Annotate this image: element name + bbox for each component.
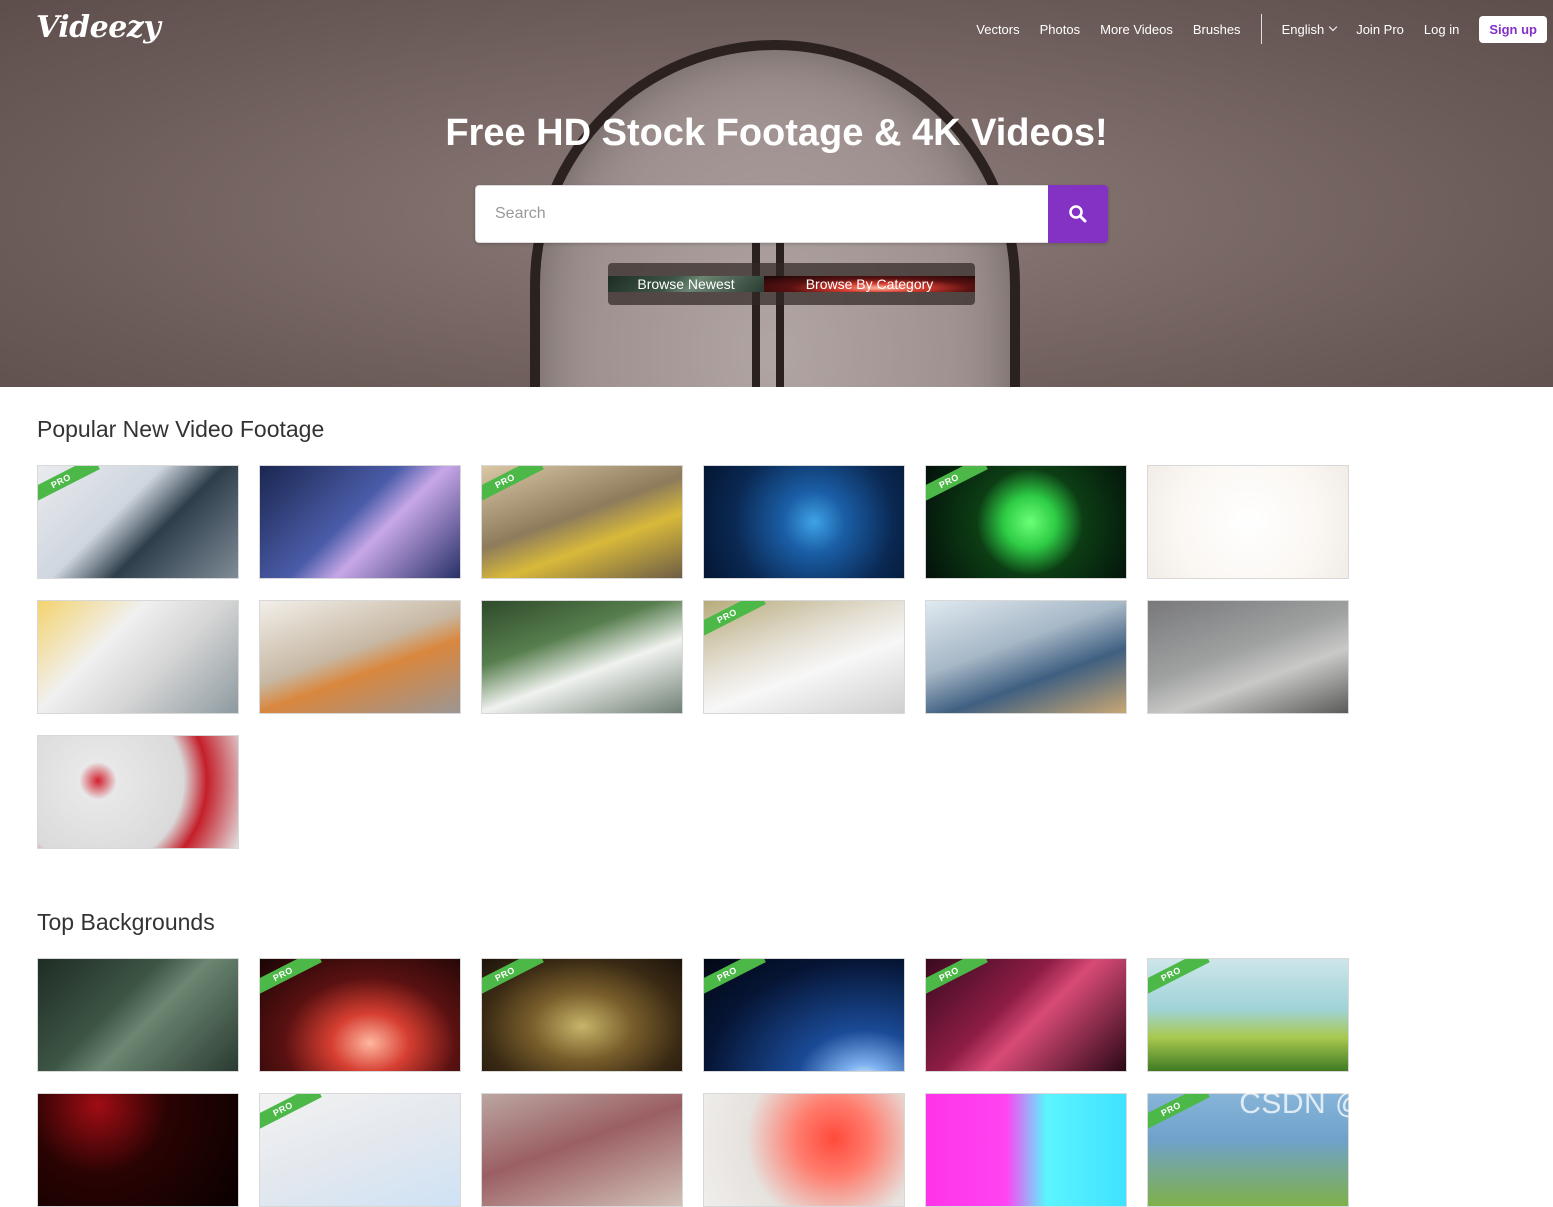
hero-banner: Videezy Vectors Photos More Videos Brush… (0, 0, 1553, 387)
top-nav: Vectors Photos More Videos Brushes Engli… (956, 14, 1547, 44)
nav-photos[interactable]: Photos (1040, 22, 1080, 37)
nav-more-videos[interactable]: More Videos (1100, 22, 1173, 37)
language-label: English (1281, 21, 1325, 37)
pro-badge: PRO (704, 601, 766, 641)
video-thumbnail[interactable]: PRO (925, 465, 1127, 579)
video-thumbnail[interactable]: PRO (37, 465, 239, 579)
section-title-popular: Popular New Video Footage (37, 416, 325, 442)
pro-badge: PRO (260, 959, 322, 999)
video-thumbnail[interactable] (703, 1093, 905, 1207)
pro-badge: PRO (482, 959, 544, 999)
nav-brushes[interactable]: Brushes (1193, 22, 1241, 37)
video-thumbnail[interactable] (259, 600, 461, 714)
video-thumbnail[interactable] (925, 600, 1127, 714)
hero-headline: Free HD Stock Footage & 4K Videos! (445, 112, 1108, 154)
pro-badge: PRO (482, 466, 544, 506)
pro-badge: PRO (1148, 1094, 1210, 1134)
search-input[interactable] (475, 185, 1048, 243)
video-thumbnail[interactable] (1147, 465, 1349, 579)
nav-vectors[interactable]: Vectors (976, 22, 1019, 37)
popular-video-grid: PRO PRO PRO PRO (37, 465, 1349, 849)
browse-newest-button[interactable]: Browse Newest (608, 276, 764, 292)
video-thumbnail[interactable] (259, 465, 461, 579)
pro-badge: PRO (1148, 959, 1210, 999)
nav-log-in[interactable]: Log in (1424, 22, 1459, 37)
video-thumbnail[interactable]: PRO (259, 1093, 461, 1207)
pro-badge: PRO (704, 959, 766, 999)
video-thumbnail[interactable]: PRO (1147, 1093, 1349, 1207)
video-thumbnail[interactable] (481, 600, 683, 714)
video-thumbnail[interactable]: PRO (703, 958, 905, 1072)
video-thumbnail[interactable]: PRO (481, 465, 683, 579)
video-thumbnail[interactable]: PRO (703, 600, 905, 714)
search-bar (475, 185, 1108, 243)
video-thumbnail[interactable] (925, 1093, 1127, 1207)
site-logo[interactable]: Videezy (36, 10, 161, 45)
backgrounds-grid: PRO PRO PRO PRO PRO PRO PRO (37, 958, 1349, 1207)
video-thumbnail[interactable]: PRO (481, 958, 683, 1072)
pro-badge: PRO (926, 466, 988, 506)
pro-badge: PRO (38, 466, 100, 506)
language-dropdown[interactable]: English (1281, 21, 1338, 37)
video-thumbnail[interactable] (481, 1093, 683, 1207)
video-thumbnail[interactable] (37, 1093, 239, 1207)
video-thumbnail[interactable] (703, 465, 905, 579)
chevron-down-icon (1328, 22, 1338, 32)
section-title-backgrounds: Top Backgrounds (37, 909, 215, 935)
nav-divider (1260, 14, 1262, 44)
video-thumbnail[interactable]: PRO (259, 958, 461, 1072)
search-icon (1069, 205, 1087, 223)
browse-buttons: Browse Newest Browse By Category (608, 263, 975, 305)
video-thumbnail[interactable] (37, 958, 239, 1072)
sign-up-button[interactable]: Sign up (1479, 15, 1547, 43)
video-thumbnail[interactable] (37, 735, 239, 849)
nav-join-pro[interactable]: Join Pro (1356, 22, 1404, 37)
pro-badge: PRO (926, 959, 988, 999)
video-thumbnail[interactable] (37, 600, 239, 714)
video-thumbnail[interactable] (1147, 600, 1349, 714)
search-button[interactable] (1048, 185, 1108, 243)
video-thumbnail[interactable]: PRO (925, 958, 1127, 1072)
video-thumbnail[interactable]: PRO (1147, 958, 1349, 1072)
pro-badge: PRO (260, 1094, 322, 1134)
browse-by-category-button[interactable]: Browse By Category (764, 276, 975, 292)
